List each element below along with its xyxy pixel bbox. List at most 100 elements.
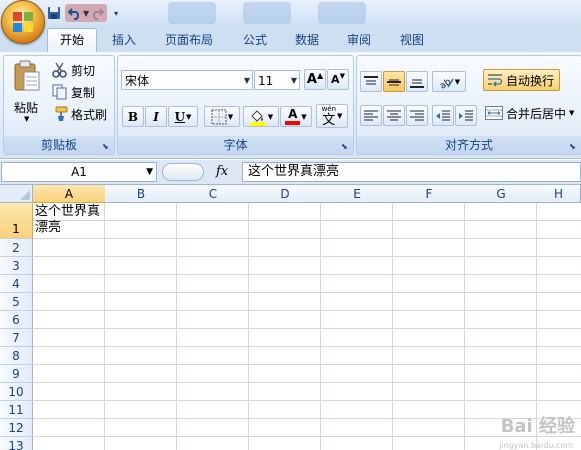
underline-button[interactable]: U ▼ — [168, 106, 198, 127]
italic-button[interactable]: I — [145, 106, 167, 127]
increase-indent-button[interactable] — [455, 105, 477, 126]
office-logo-icon — [13, 12, 33, 32]
row-header-5[interactable]: 5 — [0, 293, 33, 311]
cell-area[interactable] — [33, 203, 581, 450]
row-header-7[interactable]: 7 — [0, 329, 33, 347]
tab-insert[interactable]: 插入 — [102, 29, 146, 51]
tab-home[interactable]: 开始 — [47, 28, 97, 53]
column-header-b[interactable]: B — [105, 185, 178, 203]
merge-center-label: 合并后居中 — [506, 106, 567, 121]
customize-quick-access-icon[interactable]: ▾ — [114, 9, 118, 18]
row-header-3[interactable]: 3 — [0, 257, 33, 275]
column-header-e[interactable]: E — [321, 185, 394, 203]
title-bar-decor — [168, 2, 216, 24]
font-name-dropdown-icon: ▼ — [243, 76, 250, 85]
column-header-d[interactable]: D — [249, 185, 322, 203]
row-header-8[interactable]: 8 — [0, 347, 33, 365]
name-box[interactable]: A1 ▼ — [1, 162, 157, 182]
column-header-c[interactable]: C — [177, 185, 250, 203]
align-left-button[interactable] — [360, 105, 382, 126]
row-header-6[interactable]: 6 — [0, 311, 33, 329]
formula-bar: A1 ▼ fx 这个世界真漂亮 — [0, 160, 581, 185]
align-top-button[interactable] — [360, 71, 382, 92]
insert-function-icon[interactable]: fx — [216, 162, 228, 182]
tab-view[interactable]: 视图 — [390, 29, 434, 51]
wrap-text-button[interactable]: 自动换行 — [483, 69, 560, 91]
cell-a1[interactable]: 这个世界真漂亮 — [33, 203, 105, 239]
save-icon[interactable] — [46, 5, 62, 21]
grow-font-button[interactable]: A ▲ — [304, 69, 326, 90]
row-header-11[interactable]: 11 — [0, 401, 33, 419]
column-header-a[interactable]: A — [33, 185, 106, 203]
title-bar-decor — [318, 2, 366, 24]
phonetic-button[interactable]: wén 文 ▼ — [316, 104, 348, 128]
quick-access-toolbar: ▼ ▾ — [46, 3, 118, 23]
clipboard-launcher-icon[interactable]: ⬊ — [102, 142, 111, 151]
row-header-2[interactable]: 2 — [0, 239, 33, 257]
borders-button[interactable]: ▼ — [204, 106, 240, 127]
name-box-value: A1 — [71, 165, 87, 179]
watermark-logo: Bai 经验 — [500, 416, 575, 437]
copy-button[interactable]: 复制 — [52, 82, 95, 102]
title-bar-decor — [243, 2, 291, 24]
formula-input[interactable]: 这个世界真漂亮 — [242, 162, 581, 182]
alignment-launcher-icon[interactable]: ⬊ — [569, 142, 578, 151]
redo-icon[interactable] — [89, 5, 105, 21]
row-header-9[interactable]: 9 — [0, 365, 33, 383]
italic-icon: I — [153, 109, 159, 124]
undo-icon[interactable] — [67, 5, 83, 21]
select-all-button[interactable] — [0, 185, 33, 203]
format-painter-button[interactable]: 格式刷 — [52, 104, 107, 124]
font-group-label: 字体 — [118, 136, 353, 154]
column-header-g[interactable]: G — [465, 185, 538, 203]
merge-center-icon — [485, 106, 503, 120]
font-color-glyph: A — [288, 107, 298, 121]
cut-button[interactable]: 剪切 — [52, 60, 95, 80]
format-painter-label: 格式刷 — [71, 107, 108, 122]
paint-bucket-icon — [249, 109, 266, 126]
formula-controls: fx — [160, 162, 240, 182]
tab-review[interactable]: 审阅 — [337, 29, 381, 51]
row-header-12[interactable]: 12 — [0, 419, 33, 437]
merge-center-button[interactable]: 合并后居中 ▼ — [485, 102, 574, 124]
font-size-dropdown-icon: ▼ — [290, 76, 297, 85]
decrease-indent-button[interactable] — [432, 105, 454, 126]
column-header-f[interactable]: F — [393, 185, 466, 203]
font-color-button[interactable]: A ▼ — [280, 106, 312, 127]
font-name-select[interactable]: 宋体 ▼ — [121, 70, 253, 90]
scissors-icon — [52, 62, 67, 78]
font-launcher-icon[interactable]: ⬊ — [341, 142, 350, 151]
row-header-4[interactable]: 4 — [0, 275, 33, 293]
tab-data[interactable]: 数据 — [285, 29, 329, 51]
align-top-icon — [364, 75, 378, 84]
row-header-13[interactable]: 13 — [0, 437, 33, 450]
orientation-button[interactable]: ab ▼ — [432, 71, 466, 92]
clipboard-group: 粘贴 ▼ 剪切 复制 格式刷 剪贴板 ⬊ — [3, 55, 115, 155]
merge-center-dropdown-icon[interactable]: ▼ — [569, 109, 574, 117]
watermark-url: jingyan.baidu.com — [499, 441, 573, 450]
row-header-1[interactable]: 1 — [0, 203, 33, 239]
formula-bar-resize-handle[interactable] — [162, 163, 204, 181]
align-middle-button[interactable] — [383, 71, 405, 92]
paste-button[interactable]: 粘贴 ▼ — [8, 58, 46, 132]
row-header-10[interactable]: 10 — [0, 383, 33, 401]
phonetic-glyph: 文 — [322, 113, 336, 128]
format-painter-icon — [55, 106, 68, 121]
fill-color-button[interactable]: ▼ — [243, 106, 279, 127]
bold-button[interactable]: B — [122, 106, 144, 127]
font-size-select[interactable]: 11 ▼ — [254, 70, 300, 90]
align-bottom-button[interactable] — [406, 71, 428, 92]
column-header-h[interactable]: H — [537, 185, 581, 203]
shrink-font-button[interactable]: A ▼ — [327, 69, 349, 90]
align-right-button[interactable] — [406, 105, 428, 126]
align-center-icon — [387, 110, 401, 120]
borders-icon — [211, 109, 227, 124]
align-center-button[interactable] — [383, 105, 405, 126]
tab-page-layout[interactable]: 页面布局 — [155, 29, 223, 51]
paste-dropdown-icon[interactable]: ▼ — [24, 115, 29, 123]
tab-formulas[interactable]: 公式 — [233, 29, 277, 51]
orientation-dropdown-icon: ▼ — [454, 77, 461, 86]
office-button[interactable] — [1, 0, 45, 44]
phonetic-icon: wén 文 — [322, 105, 336, 127]
name-box-dropdown-icon[interactable]: ▼ — [146, 163, 153, 181]
